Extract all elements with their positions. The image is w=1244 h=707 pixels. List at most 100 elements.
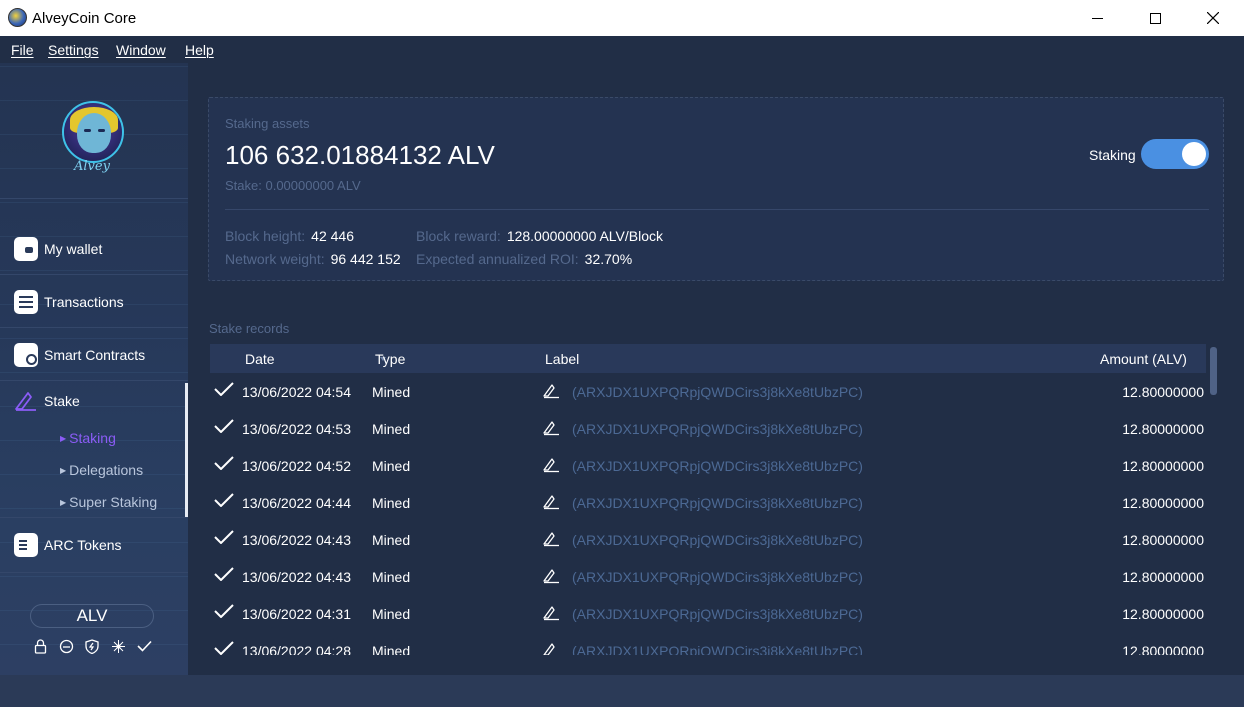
- staking-assets-caption: Staking assets: [225, 116, 310, 131]
- table-row[interactable]: 13/06/2022 04:54 Mined (ARXJDX1UXPQRpjQWDC…: [210, 373, 1206, 410]
- close-icon: [1207, 12, 1219, 24]
- confirmed-check-icon: [214, 604, 234, 618]
- app-logo-icon: [8, 8, 27, 27]
- row-date: 13/06/2022 04:31: [242, 606, 351, 622]
- row-date: 13/06/2022 04:44: [242, 495, 351, 511]
- sync-icon[interactable]: [58, 638, 74, 654]
- minimize-icon: [1091, 17, 1103, 19]
- main-content: Staking assets 106 632.01884132 ALV Stak…: [188, 63, 1244, 675]
- sidebar-item-label: Smart Contracts: [44, 347, 146, 363]
- stake-label-icon: [543, 421, 559, 436]
- sidebar-item-arc-tokens[interactable]: ARC Tokens: [0, 520, 186, 570]
- row-amount: 12.80000000: [1122, 606, 1204, 622]
- records-table-body: 13/06/2022 04:54 Mined (ARXJDX1UXPQRpjQWDC…: [210, 373, 1206, 655]
- table-row[interactable]: 13/06/2022 04:44 Mined (ARXJDX1UXPQRpjQWDC…: [210, 484, 1206, 521]
- wallet-icon: [14, 237, 38, 261]
- row-type: Mined: [372, 643, 411, 655]
- row-label: (ARXJDX1UXPQRpjQWDCirs3j8kXe8tUbzPC): [572, 569, 863, 585]
- row-label: (ARXJDX1UXPQRpjQWDCirs3j8kXe8tUbzPC): [572, 643, 863, 655]
- row-type: Mined: [372, 458, 411, 474]
- sidebar-subitem-super-staking[interactable]: ▶ Super Staking: [60, 494, 157, 510]
- stake-label-icon: [543, 532, 559, 547]
- staking-amount: 106 632.01884132 ALV: [225, 140, 495, 170]
- unit-selector[interactable]: ALV: [30, 604, 154, 628]
- chevron-right-icon: ▶: [60, 466, 67, 475]
- table-row[interactable]: 13/06/2022 04:52 Mined (ARXJDX1UXPQRpjQWDC…: [210, 447, 1206, 484]
- menu-file[interactable]: File: [11, 42, 34, 58]
- brand-script-text: Alvey: [74, 159, 110, 174]
- confirmed-check-icon: [214, 419, 234, 433]
- sidebar-subitem-delegations[interactable]: ▶ Delegations: [60, 462, 143, 478]
- chevron-right-icon: ▶: [60, 434, 67, 443]
- row-date: 13/06/2022 04:28: [242, 643, 351, 655]
- confirmed-check-icon: [214, 456, 234, 470]
- row-type: Mined: [372, 532, 411, 548]
- column-type[interactable]: Type: [375, 351, 405, 367]
- card-divider: [225, 209, 1209, 210]
- stake-label-icon: [543, 569, 559, 584]
- close-button[interactable]: [1184, 0, 1242, 36]
- stake-line: Stake: 0.00000000 ALV: [225, 178, 361, 193]
- block-reward: Block reward: 128.00000000 ALV/Block: [416, 228, 664, 244]
- sidebar-item-transactions[interactable]: Transactions: [0, 277, 186, 327]
- block-height: Block height: 42 446: [225, 228, 354, 244]
- row-type: Mined: [372, 421, 411, 437]
- confirmed-check-icon: [214, 641, 234, 655]
- row-label: (ARXJDX1UXPQRpjQWDCirs3j8kXe8tUbzPC): [572, 384, 863, 400]
- records-scrollbar[interactable]: [1210, 347, 1217, 395]
- row-label: (ARXJDX1UXPQRpjQWDCirs3j8kXe8tUbzPC): [572, 606, 863, 622]
- lock-icon[interactable]: [32, 638, 48, 654]
- sidebar-item-stake[interactable]: Stake: [0, 376, 186, 426]
- menu-settings[interactable]: Settings: [48, 42, 99, 58]
- column-label[interactable]: Label: [545, 351, 579, 367]
- status-bar-icons: [32, 637, 156, 655]
- staking-toggle[interactable]: [1141, 139, 1209, 169]
- row-amount: 12.80000000: [1122, 421, 1204, 437]
- tokens-icon: [14, 533, 38, 557]
- column-amount[interactable]: Amount (ALV): [1100, 351, 1187, 367]
- row-type: Mined: [372, 606, 411, 622]
- row-amount: 12.80000000: [1122, 643, 1204, 655]
- row-label: (ARXJDX1UXPQRpjQWDCirs3j8kXe8tUbzPC): [572, 458, 863, 474]
- stake-records-title: Stake records: [209, 321, 290, 336]
- row-amount: 12.80000000: [1122, 569, 1204, 585]
- row-amount: 12.80000000: [1122, 532, 1204, 548]
- toggle-knob: [1182, 142, 1206, 166]
- confirmed-check-icon: [214, 530, 234, 544]
- network-icon[interactable]: [110, 638, 126, 654]
- row-type: Mined: [372, 569, 411, 585]
- stake-icon: [15, 392, 36, 411]
- row-amount: 12.80000000: [1122, 384, 1204, 400]
- sidebar-item-smart-contracts[interactable]: Smart Contracts: [0, 330, 186, 380]
- network-weight: Network weight: 96 442 152: [225, 251, 401, 267]
- menu-window[interactable]: Window: [116, 42, 166, 58]
- sidebar-item-my-wallet[interactable]: My wallet: [0, 224, 186, 274]
- row-amount: 12.80000000: [1122, 458, 1204, 474]
- table-row[interactable]: 13/06/2022 04:43 Mined (ARXJDX1UXPQRpjQWDC…: [210, 558, 1206, 595]
- check-icon[interactable]: [136, 638, 152, 654]
- row-type: Mined: [372, 495, 411, 511]
- table-row[interactable]: 13/06/2022 04:28 Mined (ARXJDX1UXPQRpjQWDC…: [210, 632, 1206, 655]
- column-date[interactable]: Date: [245, 351, 275, 367]
- row-date: 13/06/2022 04:52: [242, 458, 351, 474]
- row-label: (ARXJDX1UXPQRpjQWDCirs3j8kXe8tUbzPC): [572, 421, 863, 437]
- menu-help[interactable]: Help: [185, 42, 214, 58]
- row-date: 13/06/2022 04:43: [242, 569, 351, 585]
- row-date: 13/06/2022 04:54: [242, 384, 351, 400]
- shield-icon[interactable]: [84, 638, 100, 654]
- table-row[interactable]: 13/06/2022 04:43 Mined (ARXJDX1UXPQRpjQWDC…: [210, 521, 1206, 558]
- table-row[interactable]: 13/06/2022 04:31 Mined (ARXJDX1UXPQRpjQWDC…: [210, 595, 1206, 632]
- confirmed-check-icon: [214, 493, 234, 507]
- row-date: 13/06/2022 04:43: [242, 532, 351, 548]
- transactions-icon: [14, 290, 38, 314]
- table-row[interactable]: 13/06/2022 04:53 Mined (ARXJDX1UXPQRpjQWDC…: [210, 410, 1206, 447]
- smart-contracts-icon: [14, 343, 38, 367]
- status-bar: [0, 675, 1244, 707]
- window-title: AlveyCoin Core: [32, 10, 137, 27]
- confirmed-check-icon: [214, 382, 234, 396]
- sidebar-subitem-staking[interactable]: ▶ Staking: [60, 430, 116, 446]
- row-date: 13/06/2022 04:53: [242, 421, 351, 437]
- maximize-button[interactable]: [1126, 0, 1184, 36]
- stake-label-icon: [543, 384, 559, 399]
- minimize-button[interactable]: [1068, 0, 1126, 36]
